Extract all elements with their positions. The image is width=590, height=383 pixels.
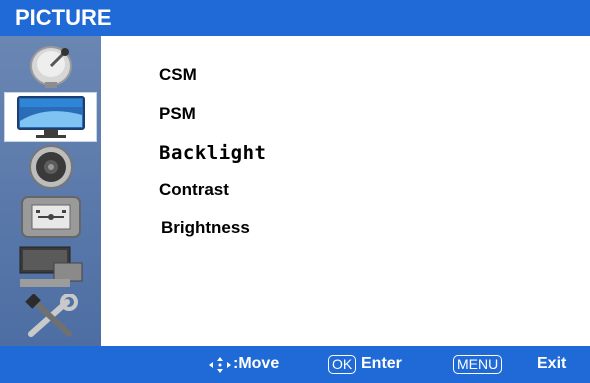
menu-item-contrast[interactable]: Contrast xyxy=(159,180,229,200)
tools-icon xyxy=(24,294,78,337)
menu-item-brightness[interactable]: Brightness xyxy=(161,218,250,238)
speaker-icon xyxy=(28,145,73,189)
menu-title: PICTURE xyxy=(15,5,112,30)
move-arrows-icon xyxy=(209,357,231,373)
sidebar-item-channel[interactable] xyxy=(4,42,97,92)
category-sidebar xyxy=(0,36,101,346)
move-label: :Move xyxy=(233,355,280,372)
sidebar-item-setup[interactable] xyxy=(4,242,97,292)
monitor-picture-icon xyxy=(16,96,85,138)
help-bar: :Move OK Enter MENU Exit xyxy=(0,346,590,383)
ok-key[interactable]: OK xyxy=(328,355,357,374)
timer-panel-icon xyxy=(20,196,81,238)
enter-label: Enter xyxy=(361,355,402,372)
menu-item-csm[interactable]: CSM xyxy=(159,65,197,85)
sidebar-item-time[interactable] xyxy=(4,192,97,242)
sidebar-item-audio[interactable] xyxy=(4,142,97,192)
sidebar-item-option[interactable] xyxy=(4,292,97,342)
sidebar-item-picture[interactable] xyxy=(4,92,97,142)
menu-item-backlight[interactable]: Backlight xyxy=(159,142,266,164)
satellite-dish-icon xyxy=(29,46,72,88)
menu-item-psm[interactable]: PSM xyxy=(159,104,196,124)
pc-setup-icon xyxy=(19,246,82,287)
title-bar: PICTURE xyxy=(0,0,590,36)
exit-label: Exit xyxy=(537,355,567,372)
menu-key[interactable]: MENU xyxy=(453,355,503,374)
